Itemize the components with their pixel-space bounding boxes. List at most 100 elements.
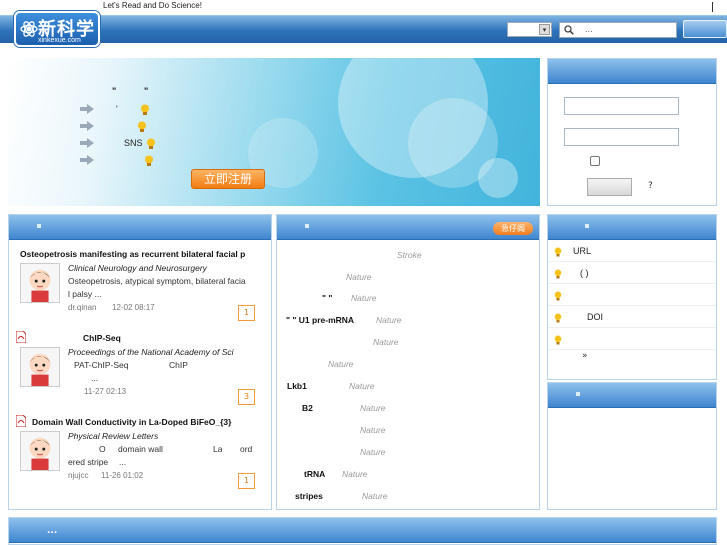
paper-summary: ChIP: [169, 360, 188, 370]
forgot-password-link[interactable]: ?: [648, 181, 653, 191]
secondary-panel-header: [548, 383, 716, 408]
banner-quote-close: ": [144, 86, 149, 96]
paper-title-link[interactable]: Osteopetrosis manifesting as recurrent b…: [20, 249, 270, 259]
arrow-right-icon: [80, 104, 94, 114]
logo-domain: xinkexue.com: [38, 37, 81, 44]
header-bullet: [585, 224, 589, 228]
banner-feature-text: SNS: [124, 138, 143, 148]
search-icon: [564, 25, 574, 35]
sidebar-item[interactable]: ( ): [548, 262, 716, 284]
paper-summary: La: [213, 444, 223, 454]
request-title[interactable]: " " U1 pre-mRNA: [286, 315, 354, 325]
request-title[interactable]: Lkb1: [287, 381, 307, 391]
request-source: Nature: [351, 293, 377, 303]
request-source: Nature: [349, 381, 375, 391]
request-source: Nature: [360, 425, 386, 435]
login-panel-header: [548, 59, 716, 84]
sidebar-item-label[interactable]: URL: [573, 246, 591, 256]
arrow-right-icon: [80, 138, 94, 148]
banner-feature-row: SNS: [80, 138, 180, 150]
lightbulb-icon: [554, 291, 562, 301]
password-field[interactable]: [564, 128, 679, 146]
bottom-section-panel: ...: [8, 517, 717, 545]
comment-count-badge[interactable]: 1: [238, 473, 255, 489]
sidebar-item[interactable]: [548, 328, 716, 350]
paper-summary: l palsy ...: [68, 289, 102, 299]
paper-summary: ered stripe: [68, 457, 109, 467]
sidebar-item-doi[interactable]: DOI: [548, 306, 716, 328]
request-source: Nature: [346, 272, 372, 282]
paper-summary: ...: [91, 373, 99, 383]
sidebar-item-label[interactable]: ( ): [580, 268, 589, 278]
comment-count-badge[interactable]: 1: [238, 305, 255, 321]
login-button[interactable]: [587, 178, 632, 196]
register-button[interactable]: 立即注册: [191, 169, 265, 189]
user-avatar[interactable]: [20, 431, 60, 471]
user-avatar[interactable]: [20, 347, 60, 387]
post-timestamp: 11-27 02:13: [84, 387, 127, 396]
list-item[interactable]: Nature: [277, 425, 539, 447]
login-panel: ?: [547, 58, 717, 206]
request-title[interactable]: stripes: [295, 491, 323, 501]
arrow-right-icon: [80, 121, 94, 131]
sidebar-item-url[interactable]: URL: [548, 240, 716, 262]
list-item[interactable]: tRNA Nature: [277, 469, 539, 491]
recommended-papers-panel: Osteopetrosis manifesting as recurrent b…: [8, 214, 272, 510]
request-source: Nature: [360, 403, 386, 413]
request-title[interactable]: " ": [322, 293, 332, 303]
sidebar-item[interactable]: [548, 284, 716, 306]
paper-summary: ...: [119, 457, 127, 467]
banner-feature-row: [80, 121, 180, 133]
search-input[interactable]: ...: [559, 22, 677, 38]
lightbulb-icon: [554, 247, 562, 257]
user-avatar[interactable]: [20, 263, 60, 303]
comment-count-badge[interactable]: 3: [238, 389, 255, 405]
journal-name: Physical Review Letters: [68, 431, 159, 441]
header-bullet: [37, 224, 41, 228]
journal-name: Clinical Neurology and Neurosurgery: [68, 263, 207, 273]
translation-requests-panel: 急仔阁 Stroke Nature " " Nature " " U1 pre-…: [276, 214, 540, 510]
username-field[interactable]: [564, 97, 679, 115]
poster-username[interactable]: njujcc: [68, 471, 88, 480]
banner-quote-open: ": [112, 86, 117, 96]
poster-username[interactable]: dr.qinan: [68, 303, 96, 312]
remember-me-checkbox[interactable]: [590, 156, 600, 166]
lightbulb-icon: [145, 155, 153, 166]
search-category-select[interactable]: ▾: [507, 22, 552, 37]
request-source: Stroke: [397, 250, 422, 260]
secondary-side-panel: [547, 382, 717, 510]
list-item[interactable]: " " Nature: [277, 293, 539, 315]
sidebar-item-label[interactable]: DOI: [587, 312, 603, 322]
top-bar: Let's Read and Do Science!: [0, 0, 727, 15]
paper-summary: PAT-ChIP-Seq: [74, 360, 129, 370]
journal-name: Proceedings of the National Academy of S…: [68, 347, 234, 357]
search-button[interactable]: [683, 20, 727, 38]
more-link[interactable]: »: [582, 351, 588, 361]
lightbulb-icon: [138, 121, 146, 132]
list-item[interactable]: Stroke: [277, 250, 539, 272]
pdf-icon: [16, 415, 26, 427]
list-item[interactable]: Nature: [277, 337, 539, 359]
paper-summary: Osteopetrosis, atypical symptom, bilater…: [68, 276, 246, 286]
recommended-panel-header: [9, 215, 271, 240]
list-item[interactable]: Nature: [277, 447, 539, 469]
bottom-panel-header: ...: [9, 518, 716, 543]
list-item[interactable]: Lkb1 Nature: [277, 381, 539, 403]
list-item[interactable]: Nature: [277, 272, 539, 294]
top-divider: [712, 2, 713, 12]
request-title[interactable]: tRNA: [304, 469, 325, 479]
paper-title-link[interactable]: Domain Wall Conductivity in La-Doped BiF…: [32, 417, 282, 427]
list-item[interactable]: stripes Nature: [277, 491, 539, 513]
list-item[interactable]: " " U1 pre-mRNA Nature: [277, 315, 539, 337]
list-item[interactable]: B2 Nature: [277, 403, 539, 425]
help-request-badge[interactable]: 急仔阁: [493, 222, 533, 235]
list-item[interactable]: Nature: [277, 359, 539, 381]
site-logo[interactable]: 新科学 xinkexue.com: [14, 11, 100, 47]
post-timestamp: 12-02 08:17: [112, 303, 155, 312]
decor-bubble: [478, 158, 518, 198]
chevron-down-icon[interactable]: ▾: [539, 24, 550, 35]
request-title[interactable]: B2: [302, 403, 313, 413]
request-source: Nature: [360, 447, 386, 457]
request-source: Nature: [362, 491, 388, 501]
header-bullet: [576, 392, 580, 396]
